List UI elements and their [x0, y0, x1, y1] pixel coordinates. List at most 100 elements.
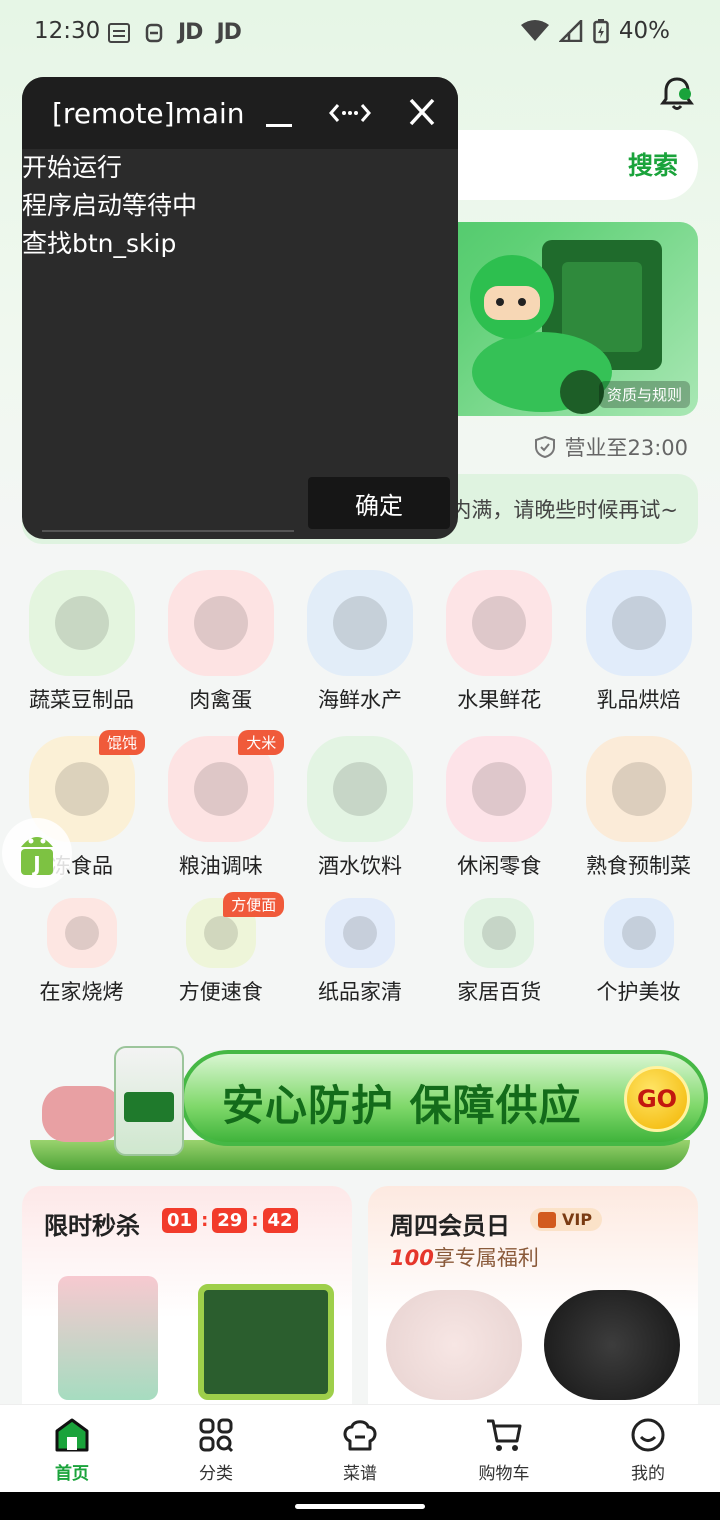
- battery-icon: [593, 19, 609, 44]
- close-icon[interactable]: [408, 97, 436, 127]
- fruit-icon: [446, 570, 553, 676]
- category-label: 粮油调味: [178, 854, 263, 878]
- category-label: 纸品家清: [318, 980, 402, 1004]
- subtitle-number: 100: [390, 1246, 434, 1270]
- remote-window-title: [remote]main: [52, 97, 245, 130]
- subtitle-text: 享专属福利: [433, 1246, 539, 1270]
- home-icon: [55, 1418, 89, 1452]
- member-day-card[interactable]: 周四会员日 VIP 100享专属福利: [368, 1186, 698, 1406]
- snack-icon: [446, 736, 553, 842]
- battery-level: 40%: [618, 18, 670, 44]
- cooked-food-icon: [585, 736, 692, 842]
- category-item[interactable]: 水果鲜花: [430, 570, 569, 714]
- profile-icon: [631, 1418, 665, 1452]
- category-item[interactable]: 个护美妆: [569, 898, 708, 1006]
- notice-text: 内满，请晚些时候再试~: [450, 498, 678, 522]
- system-icons: 40%: [520, 18, 670, 44]
- flash-sale-card[interactable]: 限时秒杀 01 : 29 : 42: [22, 1186, 352, 1406]
- category-item[interactable]: 方便面 方便速食: [151, 892, 290, 1006]
- category-label: 个护美妆: [596, 980, 681, 1004]
- nav-cart[interactable]: 购物车: [432, 1405, 576, 1492]
- hand-wash-bottle-illustration: [114, 1046, 184, 1156]
- bottom-navigation: 首页 分类 菜谱 购物车 我的: [0, 1404, 720, 1492]
- floating-assistant-button[interactable]: J: [2, 818, 72, 888]
- product-image[interactable]: [58, 1276, 158, 1400]
- robot-icon: [145, 23, 163, 42]
- category-label: 肉禽蛋: [189, 688, 253, 712]
- promo-banner[interactable]: 安心防护 保障供应 GO: [30, 1040, 708, 1170]
- search-button[interactable]: 搜索: [628, 146, 678, 182]
- vip-label: VIP: [562, 1210, 593, 1229]
- category-item[interactable]: 蔬菜豆制品: [12, 570, 151, 714]
- shield-icon: [535, 435, 556, 459]
- category-row: 在家烧烤 方便面 方便速食纸品家清 家居百货 个护美妆: [12, 892, 708, 1006]
- category-item[interactable]: 海鲜水产: [291, 570, 430, 714]
- nav-profile[interactable]: 我的: [576, 1405, 720, 1492]
- resize-icon[interactable]: [328, 99, 372, 127]
- timer-seconds: 42: [262, 1208, 298, 1233]
- nav-home[interactable]: 首页: [0, 1405, 144, 1492]
- log-line: 程序启动等待中: [22, 191, 198, 220]
- countdown-timer: 01 : 29 : 42: [162, 1208, 298, 1233]
- category-item[interactable]: 在家烧烤: [12, 898, 151, 1006]
- remote-input-line[interactable]: [42, 530, 294, 532]
- jd-app-icon: JD: [216, 20, 241, 45]
- seafood-icon: [307, 570, 413, 676]
- status-bar: 12:30 JD JD 40%: [0, 0, 720, 66]
- svg-text:J: J: [31, 852, 40, 876]
- rules-link[interactable]: 资质与规则: [598, 381, 690, 408]
- category-row: 馄饨 冻食品 大米 粮油调味 酒水饮料 休闲零食 熟食预制菜: [12, 730, 708, 880]
- drink-icon: [307, 736, 413, 842]
- status-time: 12:30: [34, 18, 101, 44]
- promo-text: 安心防护 保障供应: [222, 1081, 582, 1130]
- confirm-button[interactable]: 确定: [308, 477, 450, 529]
- category-item[interactable]: 酒水饮料: [291, 736, 430, 880]
- log-line: 查找btn_skip: [22, 229, 177, 258]
- cart-icon: [487, 1419, 522, 1451]
- store-hours-text: 营业至23:00: [564, 436, 688, 460]
- store-hours: 营业至23:00: [534, 432, 688, 462]
- member-day-title: 周四会员日: [390, 1212, 510, 1240]
- promo-pill: 安心防护 保障供应 GO: [180, 1050, 708, 1146]
- category-item[interactable]: 家居百货: [430, 898, 569, 1006]
- category-item[interactable]: 大米粮油调味: [151, 730, 290, 880]
- vip-badge: VIP: [530, 1208, 603, 1231]
- nav-recipes[interactable]: 菜谱: [288, 1405, 432, 1492]
- jd-app-icon: JD: [178, 20, 203, 45]
- category-badge: 大米: [238, 730, 285, 755]
- timer-hours: 01: [162, 1208, 198, 1233]
- log-line: 开始运行: [22, 153, 123, 182]
- android-icon: J: [21, 837, 53, 876]
- personal-care-icon: [603, 898, 674, 968]
- dairy-icon: [585, 570, 692, 676]
- category-item[interactable]: 休闲零食: [430, 736, 569, 880]
- category-label: 休闲零食: [457, 854, 542, 878]
- remote-window-header[interactable]: [remote]main: [22, 77, 458, 149]
- minimize-icon[interactable]: [266, 101, 292, 127]
- category-item[interactable]: 熟食预制菜: [569, 736, 708, 880]
- category-item[interactable]: 纸品家清: [291, 898, 430, 1006]
- nav-label: 购物车: [478, 1464, 530, 1484]
- go-button[interactable]: GO: [624, 1066, 690, 1132]
- timer-minutes: 29: [212, 1208, 248, 1233]
- category-label: 在家烧烤: [39, 980, 124, 1004]
- category-label: 海鲜水产: [318, 688, 402, 712]
- category-label: 家居百货: [457, 980, 542, 1004]
- category-label: 方便速食: [178, 980, 263, 1004]
- category-label: 乳品烘焙: [596, 688, 681, 712]
- category-label: 蔬菜豆制品: [29, 688, 134, 712]
- product-image[interactable]: [198, 1284, 334, 1400]
- home-indicator[interactable]: [295, 1504, 425, 1509]
- bell-icon[interactable]: [660, 76, 694, 112]
- meat-icon: [167, 570, 274, 676]
- grid-icon: [199, 1418, 234, 1453]
- product-image[interactable]: [544, 1290, 680, 1400]
- nav-category[interactable]: 分类: [144, 1405, 288, 1492]
- remote-log-output: 开始运行 程序启动等待中 查找btn_skip: [22, 149, 197, 263]
- remote-log-window[interactable]: [remote]main 开始运行 程序启动等待中 查找btn_skip 确定: [22, 77, 458, 539]
- category-item[interactable]: 乳品烘焙: [569, 570, 708, 714]
- product-image[interactable]: [386, 1290, 522, 1400]
- vegetable-icon: [28, 570, 135, 676]
- category-item[interactable]: 肉禽蛋: [151, 570, 290, 714]
- tissue-icon: [325, 898, 395, 968]
